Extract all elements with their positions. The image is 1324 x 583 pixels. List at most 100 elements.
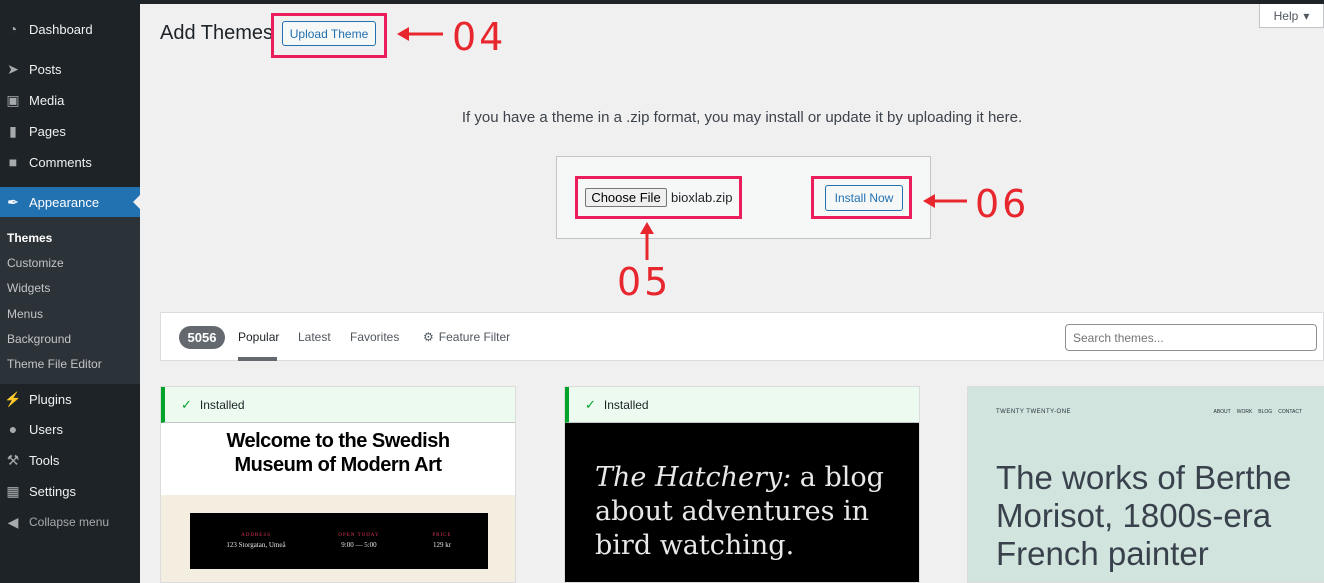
- installed-label: Installed: [603, 397, 649, 412]
- sidebar-item-users[interactable]: ● Users: [0, 414, 140, 444]
- tab-favorites[interactable]: Favorites: [350, 330, 399, 344]
- sidebar-item-label: Settings: [29, 483, 76, 499]
- theme-title-italic: The Hatchery:: [595, 462, 792, 493]
- theme-text-line: Morisot, 1800s-era: [996, 497, 1272, 534]
- user-icon: ●: [8, 421, 18, 437]
- brush-icon: ✒: [7, 193, 19, 210]
- submenu-background[interactable]: Background: [7, 332, 71, 346]
- submenu-theme-file-editor[interactable]: Theme File Editor: [7, 357, 102, 371]
- feature-filter-button[interactable]: ⚙ Feature Filter: [423, 330, 510, 344]
- gear-icon: ⚙: [423, 330, 434, 344]
- active-tab-indicator: [238, 357, 277, 361]
- highlight-install-now: [811, 176, 912, 219]
- arrow-05-icon: [640, 222, 654, 260]
- sidebar-item-label: Dashboard: [29, 21, 93, 37]
- feature-filter-label: Feature Filter: [438, 330, 511, 344]
- sidebar-item-label: Pages: [29, 123, 66, 139]
- theme-nav: ABOUT WORK BLOG CONTACT: [1214, 409, 1303, 415]
- help-button[interactable]: Help ▾: [1259, 4, 1324, 28]
- wrench-icon: ⚒: [6, 451, 20, 468]
- caret-down-icon: ▾: [1303, 8, 1310, 23]
- pages-icon: ▮: [9, 122, 17, 139]
- installed-label: Installed: [199, 397, 245, 412]
- help-label: Help: [1273, 8, 1299, 23]
- highlight-choose-file: [575, 176, 742, 219]
- annotation-05: 05: [617, 260, 672, 304]
- theme-text-line: a blog: [791, 462, 884, 493]
- sidebar-item-label: Comments: [29, 154, 92, 170]
- collapse-menu-button[interactable]: ◀ Collapse menu: [0, 507, 140, 537]
- theme-card[interactable]: Welcome to the Swedish Museum of Modern …: [160, 386, 516, 583]
- comment-icon: ■: [8, 154, 18, 170]
- theme-nav-item: ABOUT: [1213, 409, 1231, 415]
- sidebar-item-pages[interactable]: ▮ Pages: [0, 116, 140, 146]
- info-strip: ADDRESS 123 Storgatan, Umeå OPEN TODAY 9…: [190, 513, 488, 569]
- theme-nav-item: BLOG: [1258, 409, 1273, 415]
- sidebar-item-label: Users: [29, 421, 63, 437]
- theme-nav-item: WORK: [1236, 409, 1253, 415]
- upload-description: If you have a theme in a .zip format, yo…: [461, 109, 1023, 126]
- theme-card[interactable]: The Hatchery: a blog about adventures in…: [564, 386, 920, 583]
- sidebar-item-tools[interactable]: ⚒ Tools: [0, 445, 140, 475]
- collapse-menu-label: Collapse menu: [29, 515, 110, 529]
- sidebar-item-label: Posts: [29, 61, 62, 77]
- theme-screenshot-header: Welcome to the Swedish Museum of Modern …: [161, 423, 515, 495]
- tab-latest[interactable]: Latest: [298, 330, 331, 344]
- appearance-submenu: Themes Customize Widgets Menus Backgroun…: [0, 217, 140, 384]
- arrow-04-icon: [397, 27, 443, 41]
- info-title: OPEN TODAY: [338, 533, 380, 538]
- sidebar-item-plugins[interactable]: ⚡ Plugins: [0, 384, 140, 414]
- theme-headline: The works of Berthe Morisot, 1800s-era F…: [996, 459, 1291, 573]
- sidebar-item-comments[interactable]: ■ Comments: [0, 147, 140, 177]
- plug-icon: ⚡: [4, 390, 22, 407]
- info-title: ADDRESS: [241, 533, 271, 538]
- info-column: ADDRESS 123 Storgatan, Umeå: [226, 533, 285, 549]
- sidebar-item-appearance[interactable]: ✒ Appearance: [0, 187, 140, 217]
- submenu-menus[interactable]: Menus: [7, 307, 43, 321]
- theme-text-line: about adventures in: [595, 496, 870, 527]
- theme-headline-line: Museum of Modern Art: [234, 454, 442, 476]
- sidebar-item-dashboard[interactable]: ◔ Dashboard: [0, 14, 140, 44]
- admin-sidebar: ◔ Dashboard ➤ Posts ▣ Media ▮ Pages ■ Co…: [0, 0, 140, 583]
- theme-site-title: TWENTY TWENTY-ONE: [996, 409, 1072, 415]
- theme-headline-line: Welcome to the Swedish: [226, 430, 450, 452]
- media-icon: ▣: [6, 91, 20, 108]
- sidebar-item-label: Plugins: [29, 391, 72, 407]
- submenu-widgets[interactable]: Widgets: [7, 281, 50, 295]
- arrow-06-icon: [923, 194, 967, 208]
- annotation-06: 06: [975, 182, 1030, 226]
- sidebar-item-label: Media: [29, 92, 65, 108]
- info-value: 9:00 — 5:00: [341, 541, 377, 549]
- collapse-icon: ◀: [7, 513, 19, 530]
- theme-text-line: bird watching.: [595, 530, 795, 561]
- highlight-upload-theme: [271, 13, 387, 58]
- info-value: 129 kr: [432, 541, 452, 549]
- theme-count-badge: 5056: [179, 326, 225, 349]
- page-title: Add Themes: [160, 22, 274, 44]
- check-icon: ✓: [181, 396, 192, 412]
- theme-screenshot: The Hatchery: a blog about adventures in…: [565, 423, 919, 582]
- theme-screenshot-body: ADDRESS 123 Storgatan, Umeå OPEN TODAY 9…: [161, 495, 515, 582]
- settings-icon: ▦: [6, 482, 20, 499]
- info-column: PRICE 129 kr: [432, 533, 451, 549]
- theme-card[interactable]: TWENTY TWENTY-ONE ABOUT WORK BLOG CONTAC…: [967, 386, 1324, 583]
- theme-nav-item: CONTACT: [1278, 409, 1302, 415]
- sidebar-item-label: Appearance: [29, 194, 100, 210]
- tab-popular[interactable]: Popular: [238, 330, 279, 344]
- theme-text-line: French painter: [996, 535, 1209, 572]
- admin-top-bar: [0, 0, 1324, 4]
- dashboard-icon: ◔: [8, 21, 18, 37]
- search-themes-input[interactable]: [1065, 324, 1317, 351]
- info-value: 123 Storgatan, Umeå: [226, 541, 286, 549]
- theme-text-line: The works of Berthe: [996, 459, 1292, 496]
- sidebar-item-media[interactable]: ▣ Media: [0, 85, 140, 115]
- sidebar-item-label: Tools: [29, 452, 60, 468]
- sidebar-item-settings[interactable]: ▦ Settings: [0, 476, 140, 506]
- pin-icon: ➤: [7, 60, 19, 77]
- installed-notice: ✓ Installed: [565, 387, 919, 423]
- sidebar-item-posts[interactable]: ➤ Posts: [0, 54, 140, 84]
- submenu-themes[interactable]: Themes: [7, 231, 52, 245]
- info-column: OPEN TODAY 9:00 — 5:00: [338, 533, 379, 549]
- info-title: PRICE: [432, 533, 452, 538]
- submenu-customize[interactable]: Customize: [7, 256, 64, 270]
